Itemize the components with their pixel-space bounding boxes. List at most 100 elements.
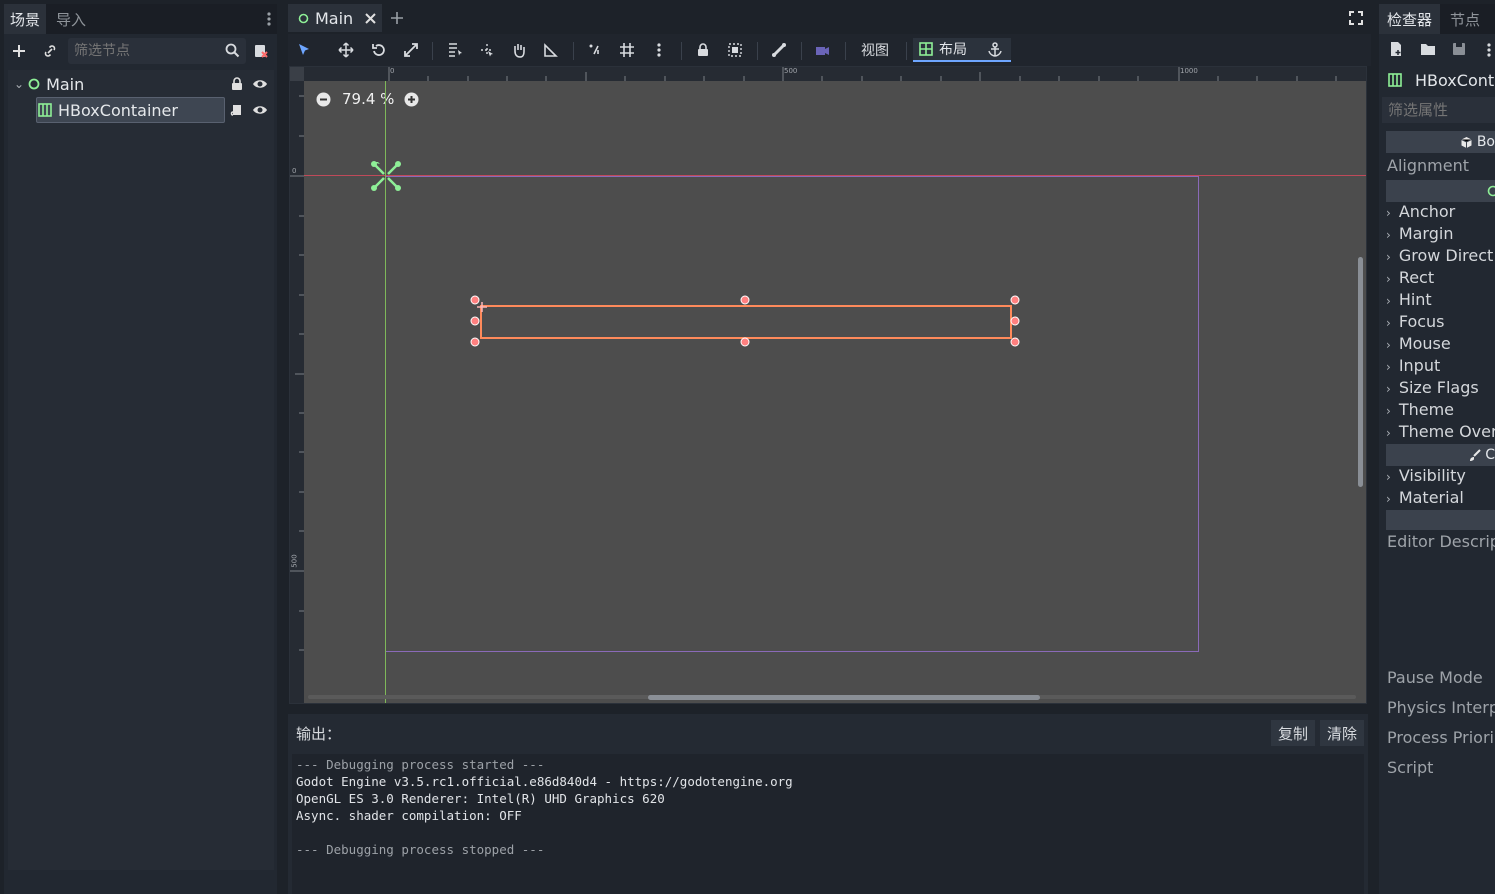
add-scene-tab-icon[interactable]	[382, 4, 412, 32]
layout-menu-button[interactable]: 布局	[913, 38, 979, 62]
toolbar-separator	[573, 42, 574, 60]
category-boxcontainer: Bo	[1386, 131, 1495, 153]
section-mouse[interactable]: › Mouse	[1386, 334, 1451, 353]
section-margin[interactable]: › Margin	[1386, 224, 1453, 243]
section-label: Visibility	[1398, 466, 1466, 485]
link-icon[interactable]	[40, 41, 60, 61]
visibility-eye-icon[interactable]	[252, 104, 268, 116]
select-mode-icon[interactable]	[294, 38, 314, 62]
new-resource-icon[interactable]	[1388, 41, 1404, 57]
layout-grid-icon	[919, 42, 933, 56]
tab-node[interactable]: 节点	[1440, 4, 1490, 34]
section-label: Material	[1398, 488, 1464, 507]
prop-script[interactable]: Script	[1387, 758, 1433, 777]
prop-alignment[interactable]: Alignment	[1387, 156, 1469, 175]
section-label: Theme Over	[1398, 422, 1495, 441]
camera-override-icon[interactable]	[812, 38, 832, 62]
scale-mode-icon[interactable]	[401, 38, 421, 62]
close-icon[interactable]	[365, 12, 376, 24]
editor-tabbar: Main	[288, 4, 1371, 32]
toolbar-separator	[432, 42, 433, 60]
control-node-icon	[1487, 185, 1495, 197]
section-input[interactable]: › Input	[1386, 356, 1440, 375]
expand-arrow-icon: ›	[1386, 272, 1391, 286]
section-rect[interactable]: › Rect	[1386, 268, 1434, 287]
section-visibility[interactable]: › Visibility	[1386, 466, 1466, 485]
clear-button[interactable]: 清除	[1320, 720, 1364, 746]
tab-inspector[interactable]: 检查器	[1379, 4, 1441, 34]
prop-editor-description[interactable]: Editor Descrip	[1387, 532, 1495, 551]
anchor-pins-icon[interactable]	[370, 160, 402, 192]
list-select-icon[interactable]	[445, 38, 465, 62]
tab-scene[interactable]: 场景	[4, 4, 47, 34]
tree-item-label: HBoxContainer	[58, 100, 178, 120]
bone-icon[interactable]	[769, 38, 789, 62]
distraction-free-icon[interactable]	[1341, 4, 1371, 32]
tab-main-scene[interactable]: Main	[288, 4, 383, 32]
ruler-label: 0	[390, 67, 395, 75]
zoom-out-icon[interactable]	[316, 92, 331, 107]
scene-toolbar	[4, 37, 277, 65]
layout-menu-label: 布局	[939, 42, 967, 58]
copy-button[interactable]: 复制	[1271, 720, 1315, 746]
grid-snap-icon[interactable]	[617, 38, 637, 62]
inspector-menu-icon[interactable]	[1487, 42, 1491, 58]
section-anchor[interactable]: › Anchor	[1386, 202, 1455, 221]
filter-nodes-box[interactable]	[68, 38, 246, 64]
lock-icon[interactable]	[693, 38, 713, 62]
section-label: Theme	[1398, 400, 1454, 419]
category-label: Bo	[1476, 134, 1495, 150]
filter-properties-input[interactable]	[1388, 100, 1493, 120]
pan-mode-icon[interactable]	[509, 38, 529, 62]
group-icon[interactable]	[725, 38, 745, 62]
ruler-label: 500	[784, 67, 798, 75]
lock-icon[interactable]	[230, 77, 244, 91]
prop-process-priority[interactable]: Process Priori	[1387, 728, 1494, 747]
script-icon[interactable]	[230, 103, 244, 117]
move-mode-icon[interactable]	[336, 38, 356, 62]
output-title: 输出：	[296, 725, 342, 743]
prop-pause-mode[interactable]: Pause Mode	[1387, 668, 1483, 687]
section-hint[interactable]: › Hint	[1386, 290, 1432, 309]
section-theme[interactable]: › Theme	[1386, 400, 1454, 419]
selected-hbox-rect[interactable]	[480, 305, 1012, 339]
inspector-node-header[interactable]: HBoxCont	[1384, 67, 1495, 93]
filter-nodes-input[interactable]	[74, 42, 214, 60]
snap-options-menu-icon[interactable]	[649, 38, 669, 62]
section-theme-overrides[interactable]: › Theme Over	[1386, 422, 1495, 441]
dock-menu-icon[interactable]	[261, 4, 277, 34]
section-focus[interactable]: › Focus	[1386, 312, 1445, 331]
horizontal-scrollbar[interactable]	[648, 695, 1040, 700]
section-material[interactable]: › Material	[1386, 488, 1464, 507]
filter-properties-box[interactable]	[1382, 97, 1495, 123]
category-control	[1386, 180, 1495, 202]
search-icon	[225, 43, 240, 58]
tree-item-main[interactable]: ⌄ Main	[14, 72, 268, 96]
prop-physics-interpolation[interactable]: Physics Interp	[1387, 698, 1495, 717]
view-menu-button[interactable]: 视图	[855, 38, 895, 62]
save-icon[interactable]	[1452, 42, 1466, 56]
tab-import[interactable]: 导入	[46, 4, 96, 34]
section-size-flags[interactable]: › Size Flags	[1386, 378, 1479, 397]
expand-arrow-icon: ›	[1386, 426, 1391, 440]
zoom-level[interactable]: 79.4 %	[342, 90, 394, 108]
canvas-viewport[interactable]: 0 500 1000 0 500 79.4 %	[289, 66, 1367, 704]
section-label: Rect	[1398, 268, 1435, 287]
tree-item-hboxcontainer[interactable]: HBoxContainer	[14, 97, 268, 123]
scene-script-icon[interactable]	[252, 42, 270, 60]
zoom-in-icon[interactable]	[404, 92, 419, 107]
scene-dock: 场景 导入 ⌄ Main	[4, 4, 277, 894]
collapse-arrow-icon[interactable]: ⌄	[14, 77, 24, 91]
anchor-button[interactable]	[979, 38, 1011, 62]
vertical-scrollbar[interactable]	[1358, 257, 1363, 487]
open-folder-icon[interactable]	[1420, 42, 1436, 56]
pivot-mode-icon[interactable]	[477, 38, 497, 62]
add-node-icon[interactable]	[9, 41, 29, 61]
section-grow-direction[interactable]: › Grow Direct	[1386, 246, 1493, 265]
output-log[interactable]: --- Debugging process started --- Godot …	[292, 754, 1364, 894]
visibility-eye-icon[interactable]	[252, 78, 268, 90]
rotate-mode-icon[interactable]	[369, 38, 389, 62]
smart-snap-icon[interactable]	[585, 38, 605, 62]
section-label: Mouse	[1398, 334, 1451, 353]
ruler-mode-icon[interactable]	[541, 38, 561, 62]
